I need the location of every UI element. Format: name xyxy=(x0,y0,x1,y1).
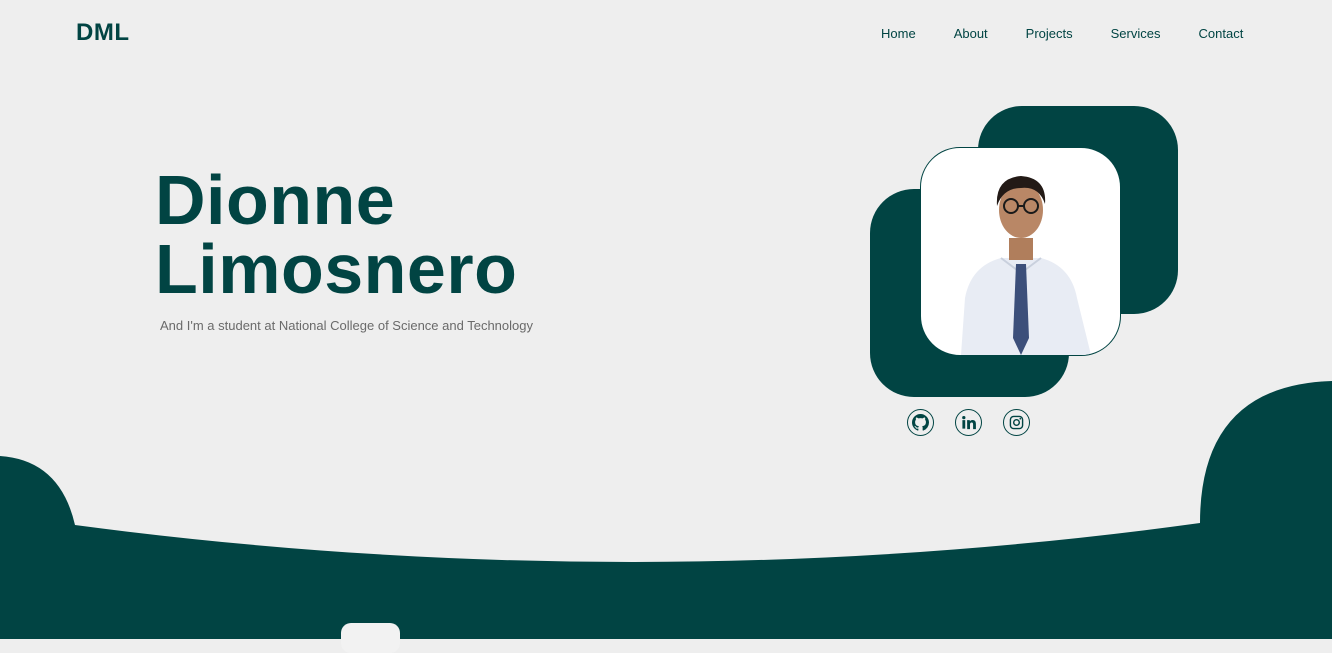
main-nav: Home About Projects Services Contact xyxy=(881,26,1243,41)
nav-about[interactable]: About xyxy=(954,26,988,41)
profile-photo xyxy=(920,147,1121,356)
section-tab[interactable] xyxy=(341,623,400,653)
social-links xyxy=(907,409,1030,436)
nav-services[interactable]: Services xyxy=(1111,26,1161,41)
hero-first-name: Dionne xyxy=(155,161,396,239)
hero-title: Dionne Limosnero xyxy=(155,161,518,308)
nav-projects[interactable]: Projects xyxy=(1026,26,1073,41)
linkedin-icon[interactable] xyxy=(955,409,982,436)
hero-last-name: Limosnero xyxy=(155,230,518,308)
brand-logo[interactable]: DML xyxy=(76,19,129,47)
nav-contact[interactable]: Contact xyxy=(1199,26,1244,41)
hero-tagline: And I'm a student at National College of… xyxy=(160,318,533,333)
instagram-icon[interactable] xyxy=(1003,409,1030,436)
github-icon[interactable] xyxy=(907,409,934,436)
nav-home[interactable]: Home xyxy=(881,26,916,41)
